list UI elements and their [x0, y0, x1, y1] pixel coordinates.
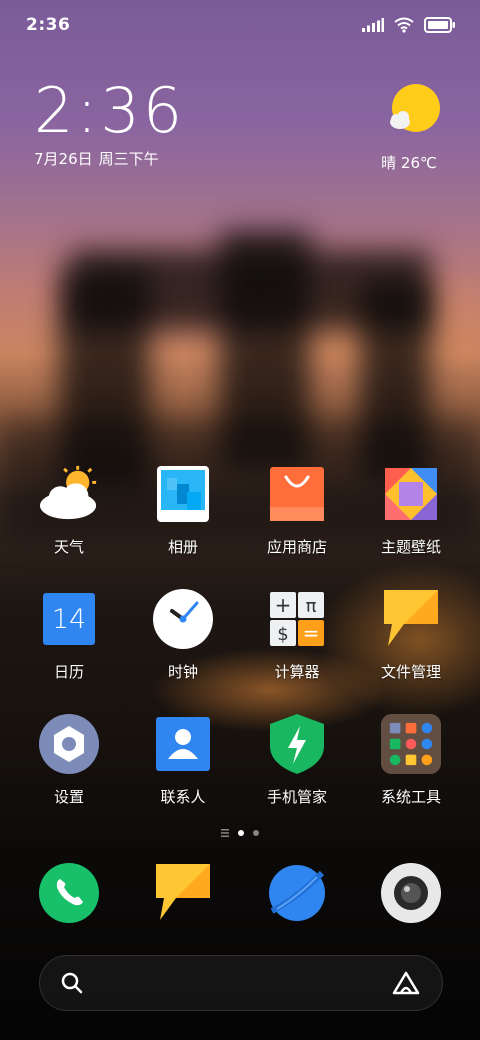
app-label: 应用商店 [266, 538, 327, 556]
page-indicator[interactable] [0, 829, 480, 837]
clock-widget[interactable]: 2:36 7月26日 周三下午 [34, 80, 185, 169]
search-bar[interactable] [39, 955, 443, 1011]
app-file-manager[interactable]: 文件管理 [354, 589, 468, 685]
app-gallery[interactable]: 相册 [126, 464, 240, 560]
themes-icon [381, 464, 441, 524]
file-manager-icon [381, 589, 441, 649]
search-icon[interactable] [60, 971, 84, 995]
status-time: 2:36 [26, 15, 71, 35]
page-menu-icon [221, 829, 229, 837]
app-label: 手机管家 [266, 788, 327, 806]
calendar-day: 14 [43, 593, 95, 645]
weather-text: 晴 26℃ [374, 152, 444, 173]
status-bar: 2:36 [0, 0, 480, 50]
app-folder-system-tools[interactable]: 系统工具 [354, 714, 468, 810]
gallery-icon [153, 464, 213, 524]
app-contacts[interactable]: 联系人 [126, 714, 240, 810]
app-label: 文件管理 [380, 663, 441, 681]
app-calendar[interactable]: 14 日历 [12, 589, 126, 685]
battery-icon [424, 17, 455, 33]
status-icons [362, 17, 456, 33]
app-store[interactable]: 应用商店 [240, 464, 354, 560]
clock-date: 7月26日 [34, 150, 93, 168]
app-settings[interactable]: 设置 [12, 714, 126, 810]
app-clock[interactable]: 时钟 [126, 589, 240, 685]
app-label: 天气 [53, 538, 84, 556]
page-dot-2[interactable] [253, 830, 259, 836]
app-label: 主题壁纸 [380, 538, 441, 556]
wifi-icon [394, 17, 414, 33]
weather-widget[interactable]: 晴 26℃ [381, 84, 444, 173]
weather-icon [39, 464, 99, 524]
phone-icon [39, 863, 99, 923]
app-themes[interactable]: 主题壁纸 [354, 464, 468, 560]
app-label: 日历 [53, 663, 84, 681]
contacts-icon [153, 714, 213, 774]
clock-time: 2:36 [34, 74, 186, 147]
app-security[interactable]: 手机管家 [240, 714, 354, 810]
date-line: 7月26日 周三下午 [34, 148, 185, 169]
browser-icon [267, 863, 327, 923]
app-store-icon [267, 464, 327, 524]
svg-text:$: $ [277, 624, 288, 645]
dock-camera[interactable] [354, 863, 468, 925]
clock-icon [153, 589, 213, 649]
dock [0, 863, 480, 925]
sun-icon [390, 84, 440, 132]
app-grid: 天气 相册 应用商店 主题壁纸 14 日历 时钟 + π $ = 计算器 文件管… [0, 464, 480, 810]
dock-browser[interactable] [240, 863, 354, 925]
weather-condition: 晴 [381, 154, 397, 172]
app-weather[interactable]: 天气 [12, 464, 126, 560]
svg-text:π: π [306, 596, 317, 617]
svg-text:=: = [303, 621, 320, 645]
svg-text:+: + [275, 593, 292, 617]
folder-icon [381, 714, 441, 774]
app-label: 时钟 [167, 663, 198, 681]
weather-temperature: 26℃ [400, 154, 437, 172]
messages-icon [153, 863, 213, 923]
page-dot-1[interactable] [238, 830, 244, 836]
security-icon [267, 714, 327, 774]
app-label: 设置 [53, 788, 84, 806]
clock-weekday: 周三下午 [98, 150, 159, 168]
settings-icon [39, 714, 99, 774]
app-label: 联系人 [160, 788, 206, 806]
camera-icon [381, 863, 441, 923]
app-label: 系统工具 [380, 788, 441, 806]
assistant-icon[interactable] [392, 971, 420, 995]
dock-phone[interactable] [12, 863, 126, 925]
app-calculator[interactable]: + π $ = 计算器 [240, 589, 354, 685]
dock-messages[interactable] [126, 863, 240, 925]
signal-icon [362, 18, 384, 32]
calendar-icon: 14 [39, 589, 99, 649]
app-label: 计算器 [274, 663, 320, 681]
app-label: 相册 [167, 538, 198, 556]
calculator-icon: + π $ = [267, 589, 327, 649]
